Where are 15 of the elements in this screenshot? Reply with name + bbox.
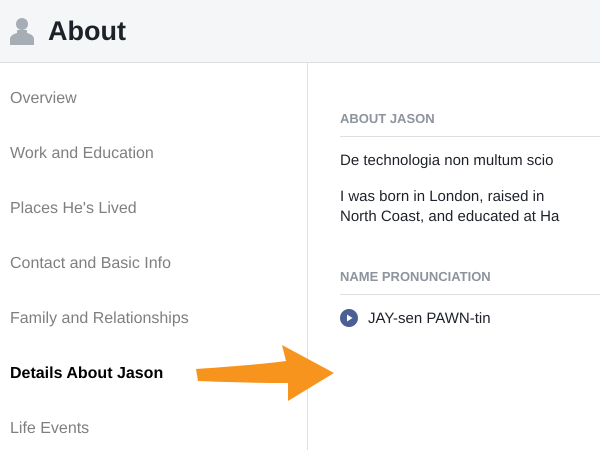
sidebar-link[interactable]: Work and Education bbox=[0, 144, 154, 164]
section-heading: ABOUT JASON bbox=[340, 111, 600, 137]
person-icon bbox=[10, 17, 34, 45]
bio-paragraph: I was born in London, raised in North Coast, and educated at Ha bbox=[340, 187, 560, 227]
section-heading: NAME PRONUNCIATION bbox=[340, 269, 600, 295]
sidebar-link[interactable]: Places He's Lived bbox=[0, 199, 137, 219]
sidebar-link[interactable]: Family and Relationships bbox=[0, 309, 189, 329]
bio-paragraph: De technologia non multum scio bbox=[340, 151, 554, 171]
play-icon[interactable] bbox=[340, 309, 358, 327]
sidebar-link[interactable]: Life Events bbox=[0, 419, 90, 439]
sidebar-link[interactable]: Details About Jason bbox=[0, 364, 164, 384]
sidebar-link[interactable]: Contact and Basic Info bbox=[0, 254, 171, 274]
page-title: About bbox=[48, 16, 126, 46]
sidebar-link[interactable]: Overview bbox=[0, 89, 77, 109]
pronunciation-text: JAY-sen PAWN-tin bbox=[368, 310, 491, 326]
